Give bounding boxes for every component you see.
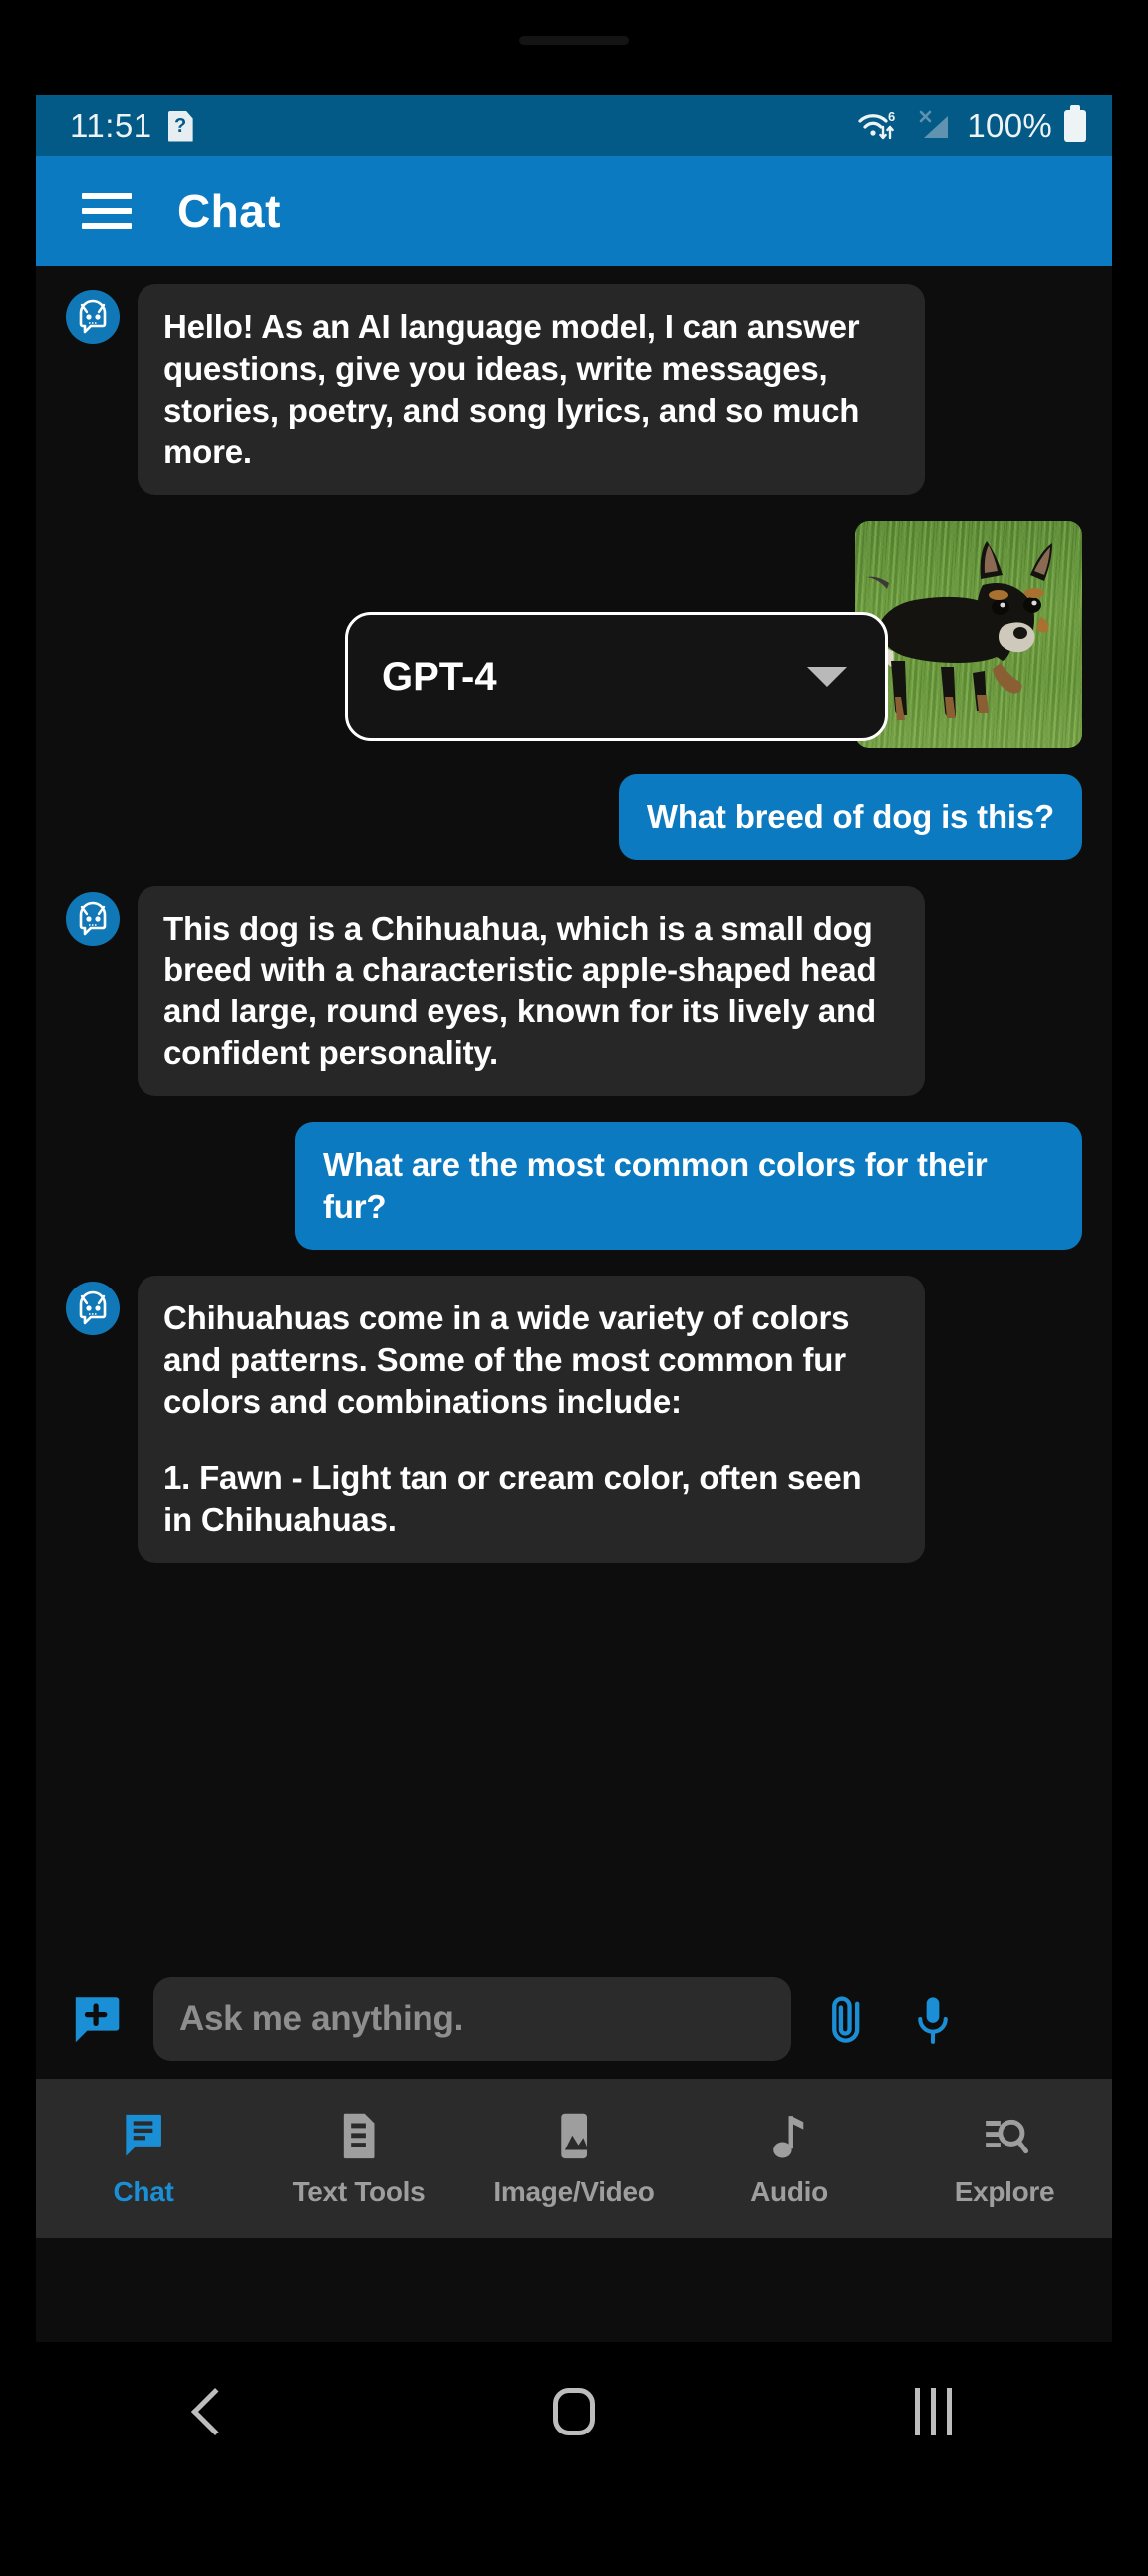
- new-chat-bubble-plus-icon[interactable]: [70, 1990, 128, 2048]
- message-row-bot: Chihuahuas come in a wide variety of col…: [66, 1275, 1082, 1563]
- unknown-document-icon: ?: [167, 110, 193, 142]
- document-lines-icon: [334, 2109, 383, 2164]
- paperclip-icon: [832, 1996, 860, 2043]
- attach-file-button[interactable]: [817, 1989, 877, 2049]
- nav-item-audio[interactable]: Audio: [682, 2109, 897, 2208]
- message-row-bot: Hello! As an AI language model, I can an…: [66, 284, 1082, 495]
- nav-label-explore: Explore: [954, 2176, 1055, 2207]
- nav-item-chat[interactable]: Chat: [36, 2109, 251, 2208]
- robot-avatar-icon: [66, 290, 120, 344]
- message-input-placeholder: Ask me anything.: [179, 1999, 463, 2038]
- bottom-navigation-bar: Chat Text Tools Image/Video Audio Explor…: [36, 2079, 1112, 2238]
- earpiece-speaker: [519, 36, 629, 45]
- battery-percent-label: 100%: [967, 107, 1052, 143]
- android-home-button[interactable]: [395, 2388, 753, 2435]
- image-mountain-icon: [549, 2109, 598, 2164]
- bot-message-text: This dog is a Chihuahua, which is a smal…: [138, 885, 925, 1097]
- robot-avatar-icon: [66, 891, 120, 946]
- music-note-icon: [764, 2109, 813, 2164]
- bot-message-paragraph: 1. Fawn - Light tan or cream color, ofte…: [163, 1458, 862, 1538]
- bot-message-text: Hello! As an AI language model, I can an…: [138, 284, 925, 495]
- back-chevron-icon: [190, 2387, 240, 2436]
- chihuahua-illustration: [867, 540, 1052, 720]
- nav-label-text-tools: Text Tools: [292, 2176, 426, 2207]
- search-list-icon: [980, 2109, 1029, 2164]
- android-recents-button[interactable]: [753, 2388, 1112, 2435]
- voice-input-button[interactable]: [903, 1989, 963, 2049]
- battery-icon: [1064, 110, 1086, 142]
- nav-label-chat: Chat: [113, 2176, 174, 2207]
- chevron-down-icon[interactable]: [807, 667, 847, 687]
- unknown-document-glyph: ?: [174, 115, 187, 137]
- app-bar: Chat: [36, 156, 1112, 266]
- nav-item-text-tools[interactable]: Text Tools: [251, 2109, 466, 2208]
- user-message-text: What breed of dog is this?: [618, 773, 1082, 860]
- message-input-bar: Ask me anything.: [36, 1959, 1112, 2079]
- microphone-icon: [918, 1997, 948, 2044]
- status-bar-left: 11:51 ?: [70, 107, 193, 144]
- model-selector-value: GPT-4: [382, 654, 497, 699]
- user-message-text: What are the most common colors for thei…: [295, 1122, 1082, 1250]
- message-row-user: What are the most common colors for thei…: [66, 1122, 1082, 1250]
- nav-item-image-video[interactable]: Image/Video: [466, 2109, 682, 2208]
- message-row-user: What breed of dog is this?: [66, 773, 1082, 860]
- nav-label-audio: Audio: [750, 2176, 828, 2207]
- recents-bars-icon: [914, 2388, 952, 2435]
- bot-message-list: Chihuahuas come in a wide variety of col…: [138, 1275, 925, 1563]
- phone-device-frame: 11:51 ? 6 100% Chat Hello! As an AI lang…: [0, 0, 1148, 2576]
- home-circle-icon: [553, 2388, 595, 2435]
- status-time: 11:51: [70, 107, 152, 143]
- no-sim-signal-icon: [920, 110, 949, 138]
- page-title: Chat: [177, 185, 281, 237]
- svg-text:6: 6: [888, 109, 895, 124]
- chat-bubble-lines-icon: [119, 2109, 167, 2164]
- phone-screen: 11:51 ? 6 100% Chat Hello! As an AI lang…: [36, 95, 1112, 2342]
- message-row-bot: This dog is a Chihuahua, which is a smal…: [66, 885, 1082, 1097]
- robot-avatar-icon: [66, 1281, 120, 1335]
- message-input-field[interactable]: Ask me anything.: [153, 1977, 791, 2061]
- bot-message-paragraph: Chihuahuas come in a wide variety of col…: [163, 1298, 850, 1420]
- android-back-button[interactable]: [36, 2387, 395, 2436]
- hamburger-menu-icon[interactable]: [82, 193, 132, 229]
- model-selector-dropdown[interactable]: GPT-4: [345, 612, 888, 741]
- wifi-6-icon: 6: [858, 109, 896, 140]
- status-bar-right: 6 100%: [857, 107, 1086, 144]
- nav-item-explore[interactable]: Explore: [897, 2109, 1112, 2208]
- android-navigation-bar: [36, 2342, 1112, 2481]
- chihuahua-photo[interactable]: [855, 520, 1082, 748]
- status-bar: 11:51 ? 6 100%: [36, 95, 1112, 156]
- chat-message-list[interactable]: Hello! As an AI language model, I can an…: [36, 266, 1112, 1959]
- nav-label-image-video: Image/Video: [493, 2176, 655, 2207]
